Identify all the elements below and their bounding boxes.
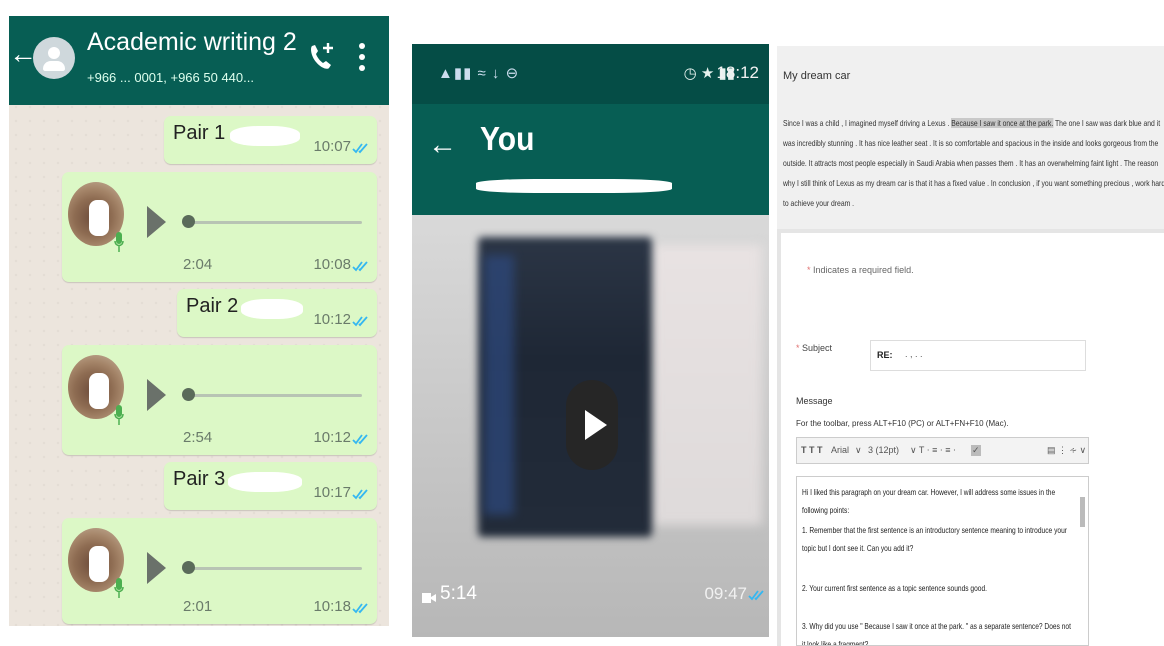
video-player[interactable] bbox=[412, 215, 769, 637]
message-label: Message bbox=[796, 396, 833, 406]
chevron-down-icon[interactable]: ∨ bbox=[855, 445, 862, 456]
arrow-left-icon[interactable]: ← bbox=[428, 129, 457, 162]
voice-message: 2:01 10:18 bbox=[62, 518, 377, 624]
editor-line: 3. Why did you use " Because I saw it on… bbox=[802, 621, 1071, 646]
seek-track[interactable] bbox=[182, 567, 362, 570]
video-camera-icon bbox=[422, 593, 436, 603]
text-message[interactable]: Pair 3 10:17 bbox=[164, 462, 377, 510]
toolbar-right-icons[interactable]: ▤ ⋮ ∻ ∨ bbox=[1047, 445, 1086, 456]
video-viewer: ▲▮▮ ≈ ↓ ⊖ ◷ ★ ▮▮ 18:12 ← You 5:14 09:47 bbox=[412, 44, 769, 637]
seek-thumb[interactable] bbox=[182, 561, 195, 574]
format-buttons[interactable]: T T T bbox=[801, 445, 823, 455]
message-time: 10:08 bbox=[313, 256, 351, 273]
read-ticks-icon bbox=[352, 316, 368, 327]
read-ticks-icon bbox=[748, 590, 764, 601]
signal-icons: ▲▮▮ ≈ ↓ ⊖ bbox=[438, 65, 520, 82]
viewer-header: ← You bbox=[412, 104, 769, 215]
more-vert-icon[interactable] bbox=[358, 42, 366, 72]
play-icon[interactable] bbox=[147, 552, 166, 584]
message-text: Pair 1 bbox=[173, 122, 226, 144]
message-text: Pair 3 bbox=[173, 468, 226, 490]
editor-toolbar: T T T Arial ∨ 3 (12pt) ∨ T ⋅ ≡ ⋅ ≡ ⋅ ✓ ▤… bbox=[796, 437, 1089, 464]
read-ticks-icon bbox=[352, 261, 368, 272]
chat-screen: ← Academic writing 2 +966 ... 0001, +966… bbox=[9, 16, 389, 626]
play-icon[interactable] bbox=[147, 206, 166, 238]
read-ticks-icon bbox=[352, 434, 368, 445]
add-call-icon[interactable] bbox=[308, 40, 334, 72]
voice-duration: 2:04 bbox=[183, 256, 213, 273]
subject-value: RE: bbox=[877, 350, 893, 360]
read-ticks-icon bbox=[352, 603, 368, 614]
status-clock: 18:12 bbox=[716, 63, 759, 82]
seek-track[interactable] bbox=[182, 221, 362, 224]
group-avatar[interactable] bbox=[33, 37, 75, 79]
message-time: 10:07 bbox=[313, 138, 351, 155]
mic-icon bbox=[114, 405, 124, 425]
spellcheck-icon[interactable]: ✓ bbox=[971, 445, 981, 456]
play-button[interactable] bbox=[566, 380, 618, 470]
voice-message: 2:04 10:08 bbox=[62, 172, 377, 282]
message-time: 10:17 bbox=[313, 484, 351, 501]
original-post: My dream car Since I was a child , I ima… bbox=[777, 46, 1164, 229]
voice-duration: 2:01 bbox=[183, 598, 213, 615]
editor-line: 2. Your current first sentence as a topi… bbox=[802, 583, 988, 593]
seek-thumb[interactable] bbox=[182, 215, 195, 228]
list-buttons[interactable]: ∨ T ⋅ ≡ ⋅ ≡ ⋅ bbox=[910, 445, 956, 456]
voice-duration: 2:54 bbox=[183, 429, 213, 446]
toolbar-hint: For the toolbar, press ALT+F10 (PC) or A… bbox=[796, 419, 1009, 428]
forum-reply: My dream car Since I was a child , I ima… bbox=[777, 46, 1164, 646]
post-body: Since I was a child , I imagined myself … bbox=[783, 118, 1164, 208]
viewer-title: You bbox=[480, 121, 535, 158]
reply-form: * Indicates a required field. * Subject … bbox=[777, 229, 1164, 646]
message-text: Pair 2 bbox=[186, 295, 239, 317]
message-time: 10:18 bbox=[313, 598, 351, 615]
video-duration: 5:14 bbox=[440, 583, 477, 604]
editor-line: 1. Remember that the first sentence is a… bbox=[802, 525, 1067, 553]
message-time: 10:12 bbox=[313, 429, 351, 446]
play-icon[interactable] bbox=[147, 379, 166, 411]
seek-track[interactable] bbox=[182, 394, 362, 397]
text-message[interactable]: Pair 1 10:07 bbox=[164, 116, 377, 164]
mic-icon bbox=[114, 232, 124, 252]
chat-header: ← Academic writing 2 +966 ... 0001, +966… bbox=[9, 16, 389, 105]
subject-label: * Subject bbox=[796, 343, 833, 353]
seek-thumb[interactable] bbox=[182, 388, 195, 401]
message-editor[interactable]: Hi I liked this paragraph on your dream … bbox=[796, 476, 1089, 646]
video-time: 09:47 bbox=[704, 584, 747, 603]
read-ticks-icon bbox=[352, 489, 368, 500]
post-title: My dream car bbox=[783, 70, 851, 82]
subject-input[interactable]: RE: . , . . bbox=[870, 340, 1086, 371]
font-select[interactable]: Arial bbox=[831, 445, 849, 455]
mic-icon bbox=[114, 578, 124, 598]
read-ticks-icon bbox=[352, 143, 368, 154]
arrow-left-icon[interactable]: ← bbox=[9, 40, 37, 68]
chat-title[interactable]: Academic writing 2 bbox=[87, 28, 297, 57]
message-time: 10:12 bbox=[313, 311, 351, 328]
text-message[interactable]: Pair 2 10:12 bbox=[177, 289, 377, 337]
editor-line: Hi I liked this paragraph on your dream … bbox=[802, 487, 1056, 515]
scrollbar[interactable] bbox=[1080, 497, 1085, 527]
voice-message: 2:54 10:12 bbox=[62, 345, 377, 455]
required-note: * Indicates a required field. bbox=[807, 265, 914, 275]
size-select[interactable]: 3 (12pt) bbox=[868, 445, 899, 455]
status-bar: ▲▮▮ ≈ ↓ ⊖ ◷ ★ ▮▮ 18:12 bbox=[412, 44, 769, 104]
